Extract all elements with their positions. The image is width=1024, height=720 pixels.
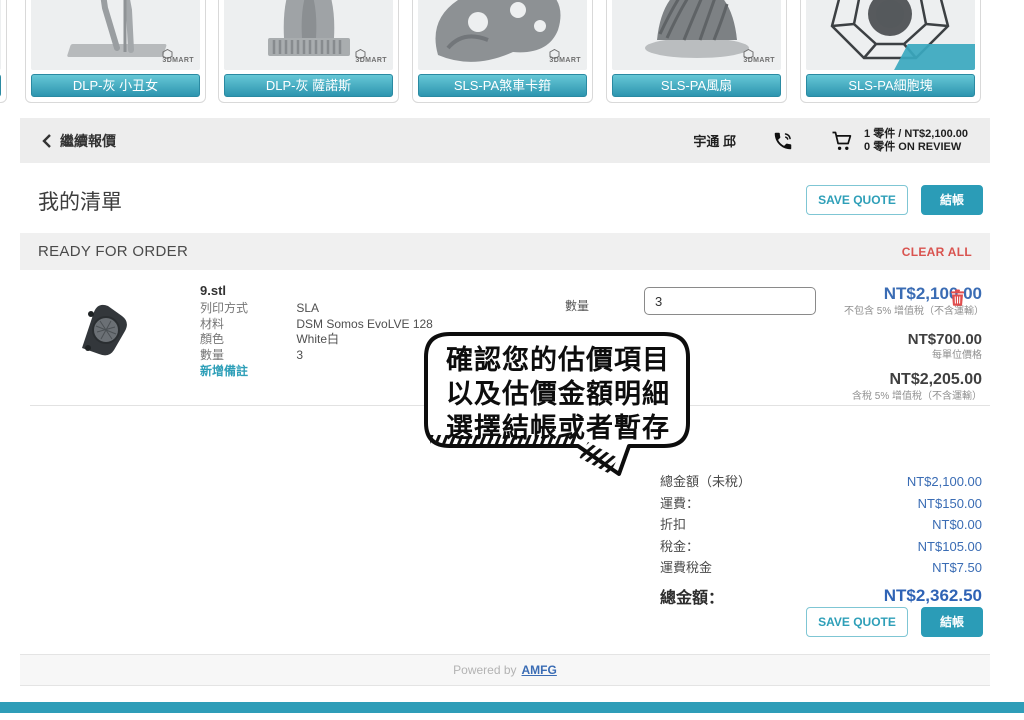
total-value: NT$7.50: [932, 560, 982, 575]
product-photo: 3DMART: [31, 0, 200, 70]
carousel-card-caliper[interactable]: 3DMART SLS-PA煞車卡箝: [412, 0, 593, 103]
spec-label: 列印方式: [200, 301, 293, 317]
footer-bar: Powered by AMFG: [20, 654, 990, 686]
save-quote-button[interactable]: SAVE QUOTE: [806, 185, 908, 215]
quantity-input[interactable]: [644, 287, 816, 315]
bubble-line: 確認您的估價項目: [446, 343, 670, 377]
3dmart-watermark: 3DMART: [549, 49, 581, 67]
3dmart-watermark: 3DMART: [162, 49, 194, 67]
total-label: 運費稅金: [660, 557, 712, 576]
amfg-link[interactable]: AMFG: [522, 663, 557, 677]
carousel-card-thanos[interactable]: 3DMART DLP-灰 薩諾斯: [218, 0, 399, 103]
total-value: NT$105.00: [918, 539, 982, 554]
product-photo: 3DMART: [418, 0, 587, 70]
total-label: 稅金：: [660, 536, 699, 555]
price-incl-tax-note: 含稅 5% 增值稅（不含運輸）: [844, 391, 982, 403]
bubble-line: 以及估價金額明細: [446, 377, 670, 411]
part-specs: 列印方式 SLA 材料 DSM Somos EvoLVE 128 顏色 Whit…: [200, 301, 433, 363]
carousel-card-harley[interactable]: 3DMART DLP-灰 小丑女: [25, 0, 206, 103]
product-photo: [806, 0, 975, 70]
grand-total-value: NT$2,362.50: [884, 586, 982, 606]
3dmart-logo-icon: [549, 49, 560, 59]
ready-for-order-section: READY FOR ORDER CLEAR ALL: [20, 233, 990, 270]
product-photo: 3DMART: [612, 0, 781, 70]
product-label: DLP-灰 小丑女: [31, 74, 200, 97]
quote-totals: 總金額（未稅） NT$2,100.00 運費： NT$150.00 折扣 NT$…: [660, 471, 982, 611]
3dmart-watermark: 3DMART: [355, 49, 387, 67]
grand-total-label: 總金額：: [660, 584, 724, 608]
continue-quote-link[interactable]: 繼續報價: [42, 131, 116, 151]
add-note-link[interactable]: 新增備註: [200, 362, 248, 379]
checkout-button[interactable]: 結帳: [921, 185, 983, 215]
3dmart-logo-icon: [355, 49, 366, 59]
spec-value: SLA: [296, 301, 319, 315]
save-quote-button-bottom[interactable]: SAVE QUOTE: [806, 607, 908, 637]
spec-value: White白: [296, 332, 339, 346]
quote-header-bar: 繼續報價 宇通 邱 1 零件 / NT$2,100.00 0 零件 ON REV…: [20, 118, 990, 163]
user-name[interactable]: 宇通 邱: [693, 131, 736, 150]
total-label: 折扣: [660, 514, 686, 533]
spec-value: 3: [296, 348, 303, 362]
back-chevron-icon: [42, 134, 51, 148]
spec-label: 數量: [200, 348, 293, 364]
product-label: DLP-灰 薩諾斯: [224, 74, 393, 97]
product-photo: [0, 0, 1, 70]
cart-summary[interactable]: 1 零件 / NT$2,100.00 0 零件 ON REVIEW: [830, 128, 968, 154]
part-image: [64, 296, 140, 362]
powered-by-text: Powered by: [453, 663, 516, 677]
checkout-button-bottom[interactable]: 結帳: [921, 607, 983, 637]
bottom-accent-bar: [0, 702, 1024, 713]
3dmart-logo-icon: [743, 49, 754, 59]
total-value: NT$0.00: [932, 517, 982, 532]
trash-icon: [950, 289, 965, 306]
annotation-speech-bubble: 確認您的估價項目 以及估價金額明細 選擇結帳或者暫存: [420, 330, 696, 480]
product-label: SLS-PA煞車卡箝: [418, 74, 587, 97]
total-label: 運費：: [660, 493, 699, 512]
product-photo: 3DMART: [224, 0, 393, 70]
product-label: SLS-PA風扇: [612, 74, 781, 97]
item-total-price-note: 不包含 5% 增值稅（不含運輸）: [844, 306, 982, 318]
total-value: NT$2,100.00: [907, 474, 982, 489]
price-incl-tax: NT$2,205.00: [814, 371, 982, 389]
total-label: 總金額（未稅）: [660, 471, 751, 490]
cart-line-review: 0 零件 ON REVIEW: [864, 141, 968, 154]
quantity-label: 數量: [565, 297, 589, 314]
photo-corner-ribbon: [894, 44, 975, 70]
continue-quote-label: 繼續報價: [60, 131, 116, 151]
bubble-line: 選擇結帳或者暫存: [446, 411, 670, 445]
spec-label: 顏色: [200, 332, 293, 348]
page-title: 我的清單: [38, 186, 122, 216]
carousel-card-partial[interactable]: [0, 0, 7, 103]
section-title: READY FOR ORDER: [38, 243, 188, 260]
carousel-card-cell[interactable]: SLS-PA細胞塊: [800, 0, 981, 103]
product-carousel: 3DMART DLP-灰 小丑女 3DMART DLP-灰: [0, 0, 1024, 112]
phone-icon[interactable]: [772, 130, 794, 152]
3dmart-watermark: 3DMART: [743, 49, 775, 67]
unit-price: NT$700.00: [814, 331, 982, 348]
part-filename: 9.stl: [200, 283, 226, 298]
product-label: SLS-PA細胞塊: [806, 74, 975, 97]
part-thumbnail: [64, 296, 140, 362]
clear-all-button[interactable]: CLEAR ALL: [902, 245, 972, 259]
total-value: NT$150.00: [918, 496, 982, 511]
product-label: [0, 74, 1, 97]
carousel-card-fan[interactable]: 3DMART SLS-PA風扇: [606, 0, 787, 103]
unit-price-note: 每單位價格: [844, 350, 982, 362]
cart-line-parts: 1 零件 / NT$2,100.00: [864, 128, 968, 141]
cart-icon: [830, 129, 854, 153]
spec-label: 材料: [200, 317, 293, 333]
delete-item-button[interactable]: [950, 289, 965, 306]
3dmart-logo-icon: [162, 49, 173, 59]
spec-value: DSM Somos EvoLVE 128: [296, 317, 433, 331]
